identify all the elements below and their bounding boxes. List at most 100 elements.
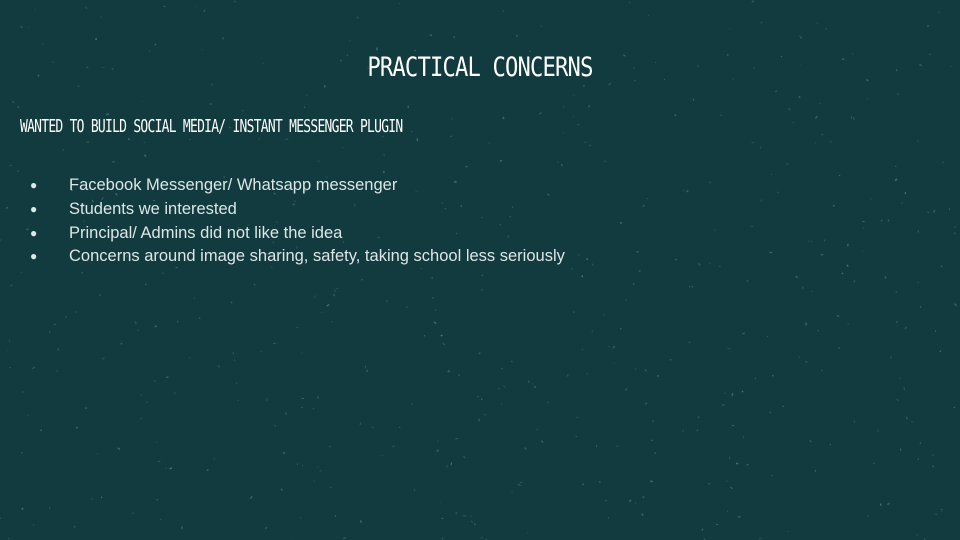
speckle (450, 462, 453, 466)
speckle (628, 499, 632, 503)
speckle (132, 512, 134, 515)
speckle (575, 436, 578, 438)
speckle (890, 356, 893, 359)
speckle (824, 27, 828, 30)
speckle (879, 503, 882, 507)
speckle (48, 507, 51, 509)
speckle (918, 63, 921, 66)
speckle (701, 528, 704, 532)
speckle (399, 426, 401, 428)
speckle (163, 5, 166, 8)
speckle (165, 467, 167, 469)
speckle (480, 398, 483, 401)
speckle (634, 502, 637, 504)
speckle (938, 11, 940, 14)
speckle (460, 204, 463, 208)
speckle (481, 288, 483, 291)
speckle (894, 178, 898, 182)
speckle (478, 352, 481, 355)
speckle (742, 332, 746, 335)
speckle (359, 519, 363, 523)
speckle (213, 458, 216, 460)
speckle (527, 380, 530, 384)
bullet-text: Students we interested (69, 199, 237, 218)
speckle (128, 138, 130, 141)
speckle (644, 368, 648, 372)
speckle (516, 34, 518, 37)
speckle (317, 160, 320, 162)
speckle (99, 294, 102, 297)
speckle (920, 64, 922, 67)
speckle (480, 536, 484, 539)
speckle (65, 315, 68, 319)
speckle (436, 449, 439, 453)
speckle (509, 215, 512, 218)
speckle (586, 373, 588, 375)
speckle (870, 198, 872, 200)
speckle (758, 537, 762, 540)
speckle (866, 98, 868, 100)
speckle (159, 518, 162, 521)
speckle (619, 327, 622, 330)
speckle (531, 383, 534, 385)
speckle (301, 352, 303, 354)
speckle (625, 298, 627, 301)
speckle (473, 523, 476, 526)
speckle (604, 160, 607, 162)
speckle (896, 92, 900, 96)
speckle (726, 480, 728, 483)
speckle (916, 533, 918, 536)
speckle (343, 537, 346, 539)
bullet-icon: ● (30, 201, 38, 216)
speckle (439, 501, 441, 504)
bullet-text: Facebook Messenger/ Whatsapp messenger (69, 176, 398, 194)
speckle (746, 280, 749, 282)
speckle (792, 122, 795, 124)
speckle (801, 286, 805, 289)
speckle (413, 488, 416, 492)
speckle (847, 323, 849, 325)
speckle (353, 203, 356, 207)
speckle (709, 262, 711, 264)
speckle (592, 263, 594, 266)
speckle (453, 36, 455, 38)
speckle (20, 26, 23, 28)
speckle (500, 367, 503, 370)
speckle (264, 526, 268, 530)
speckle (837, 346, 841, 349)
speckle (356, 16, 359, 19)
bullet-icon: ● (30, 178, 38, 192)
speckle (441, 517, 444, 519)
speckle (364, 365, 367, 368)
speckle (21, 391, 25, 393)
speckle (143, 141, 146, 144)
speckle (519, 481, 523, 484)
speckle (776, 191, 779, 194)
speckle (619, 222, 623, 224)
speckle (330, 486, 332, 489)
speckle (917, 230, 920, 233)
speckle (441, 537, 444, 540)
speckle (654, 452, 657, 454)
speckle (258, 137, 260, 141)
speckle (502, 116, 505, 120)
speckle (0, 517, 2, 520)
speckle (28, 26, 30, 29)
speckle (296, 326, 298, 329)
slide-title: PRACTICAL CONCERNS (367, 52, 593, 83)
speckle (481, 216, 483, 219)
speckle (807, 240, 809, 242)
speckle (638, 269, 641, 273)
speckle (433, 321, 437, 324)
speckle (386, 299, 389, 303)
speckle (62, 149, 64, 151)
speckle (896, 69, 898, 72)
speckle (534, 386, 536, 389)
speckle (484, 413, 486, 416)
speckle (760, 146, 762, 149)
speckle (317, 396, 320, 399)
speckle (189, 139, 191, 141)
speckle (613, 362, 615, 364)
speckle (481, 274, 484, 277)
speckle (941, 510, 943, 512)
